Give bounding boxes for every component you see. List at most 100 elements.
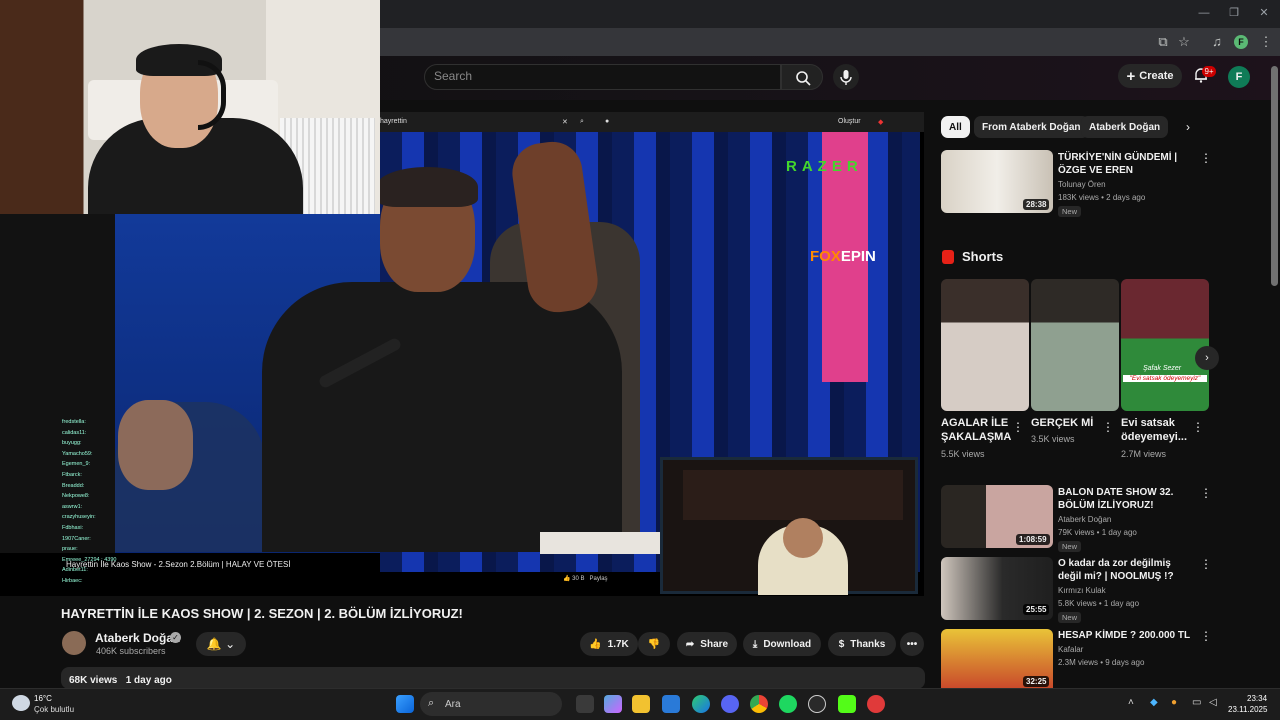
chip-all[interactable]: All	[941, 116, 970, 138]
microsoft-store-icon[interactable]	[662, 695, 680, 713]
discord-icon[interactable]	[721, 695, 739, 713]
short-thumbnail[interactable]	[1031, 279, 1119, 411]
recommendation-channel[interactable]: Ataberk Doğan	[1058, 515, 1111, 524]
recommendation-channel[interactable]: Kırmızı Kulak	[1058, 586, 1106, 595]
weather-description[interactable]: Çok bulutlu	[34, 705, 74, 714]
channel-avatar[interactable]	[62, 631, 86, 655]
dislike-button[interactable]: 👎	[638, 632, 670, 656]
more-vert-icon[interactable]: ⋮	[1200, 486, 1212, 500]
new-badge: New	[1058, 541, 1082, 552]
verified-icon: ✓	[170, 632, 181, 643]
chrome-icon[interactable]	[750, 695, 768, 713]
microphone-tray-icon[interactable]: ●	[1171, 697, 1177, 708]
chevron-up-icon[interactable]: ˄	[1128, 697, 1134, 708]
thumbs-up-icon: 👍	[589, 638, 602, 650]
more-actions-button[interactable]: •••	[900, 632, 924, 656]
edge-icon[interactable]	[692, 695, 710, 713]
channel-name[interactable]: Ataberk Doğan	[95, 631, 180, 645]
recommendation-title[interactable]: TÜRKİYE'NİN GÜNDEMİ | ÖZGE VE EREN	[1058, 151, 1194, 177]
chat-message: Breaddd:	[62, 482, 85, 489]
account-avatar[interactable]: F	[1228, 66, 1250, 88]
video-duration: 25:55	[1023, 604, 1050, 615]
share-button[interactable]: ➦ Share	[677, 632, 737, 656]
shorts-next-button[interactable]: ›	[1195, 346, 1219, 370]
recommendation-title[interactable]: HESAP KİMDE ? 200.000 TL	[1058, 629, 1194, 642]
chrome-menu-icon[interactable]: ⋮	[1258, 34, 1274, 50]
mic-icon	[840, 70, 852, 85]
short-title[interactable]: AGALAR İLE ŞAKALAŞMA	[941, 416, 1013, 444]
foxepin-logo: FOXEPIN	[810, 248, 876, 265]
inner-video-actions: 👍 30 B Paylaş	[563, 575, 608, 582]
recommendation-channel[interactable]: Kafalar	[1058, 645, 1083, 654]
notification-count-badge: 9+	[1202, 66, 1216, 77]
chips-next-button[interactable]: ›	[1186, 120, 1190, 134]
task-view-icon[interactable]	[576, 695, 594, 713]
video-inner-browser-bar: hayrettin ✕ ⌕ ● Oluştur ◆	[380, 112, 924, 132]
download-icon: ⤓	[752, 638, 758, 650]
short-title[interactable]: Evi satsak ödeyemeyi...	[1121, 416, 1193, 444]
inner-like-count: 30 B	[572, 576, 585, 582]
close-icon[interactable]: ✕	[1257, 6, 1271, 20]
kick-icon[interactable]	[838, 695, 856, 713]
clock-time[interactable]: 23:34	[1247, 694, 1267, 703]
chip-from-channel[interactable]: From Ataberk Doğan	[974, 116, 1089, 138]
media-controls-icon[interactable]: ♫	[1209, 34, 1225, 50]
inner-share-label: Paylaş	[589, 576, 608, 582]
recommendation-title[interactable]: O kadar da zor değilmiş değil mi? | NOOL…	[1058, 557, 1194, 583]
recommendation-channel[interactable]: Tolunay Ören	[1058, 180, 1106, 189]
chat-message: fredstella:	[62, 419, 86, 425]
search-button[interactable]	[781, 64, 823, 90]
video-performer-hair	[376, 167, 478, 207]
subscription-bell-button[interactable]: 🔔 ⌄	[196, 632, 246, 656]
short-thumbnail[interactable]	[941, 279, 1029, 411]
more-vert-icon[interactable]: ⋮	[1200, 151, 1212, 165]
description-box[interactable]	[61, 667, 925, 689]
steam-icon[interactable]	[808, 695, 826, 713]
voice-search-button[interactable]	[833, 64, 859, 90]
video-performer-body	[262, 282, 622, 552]
more-vert-icon[interactable]: ⋮	[1192, 420, 1204, 434]
bookmark-star-icon[interactable]: ☆	[1176, 34, 1192, 50]
chrome-profile-avatar[interactable]: F	[1234, 35, 1248, 49]
facecam-shelf	[683, 470, 903, 520]
file-explorer-icon[interactable]	[632, 695, 650, 713]
more-vert-icon[interactable]: ⋮	[1012, 420, 1024, 434]
copilot-icon[interactable]	[604, 695, 622, 713]
volume-icon[interactable]: ◁	[1209, 697, 1217, 708]
foxepin-rest: EPIN	[840, 248, 876, 265]
chevron-down-icon: ⌄	[225, 637, 236, 651]
weather-temperature[interactable]: 16°C	[34, 694, 52, 703]
recommendation-meta: 183K views • 2 days ago	[1058, 193, 1146, 202]
inner-video-caption: Hayrettin İle Kaos Show - 2.Sezon 2.Bölü…	[66, 560, 291, 569]
create-button[interactable]: + Create	[1118, 64, 1182, 88]
upload-age: 1 day ago	[125, 675, 172, 686]
short-title[interactable]: GERÇEK Mİ	[1031, 416, 1103, 430]
more-vert-icon[interactable]: ⋮	[1200, 629, 1212, 643]
thanks-button[interactable]: $ Thanks	[828, 632, 896, 656]
network-icon[interactable]: ▭	[1192, 697, 1201, 708]
search-icon: ⌕	[428, 697, 435, 709]
maximize-icon[interactable]: ❐	[1227, 6, 1241, 20]
search-input[interactable]	[424, 64, 781, 90]
download-button[interactable]: ⤓ Download	[743, 632, 821, 656]
description-meta: 68K views 1 day ago	[69, 675, 172, 686]
taskbar-search-box[interactable]	[420, 692, 562, 716]
more-vert-icon[interactable]: ⋮	[1102, 420, 1114, 434]
minimize-icon[interactable]: —	[1197, 6, 1211, 20]
like-button[interactable]: 👍 1.7K	[580, 632, 638, 656]
clock-date[interactable]: 23.11.2025	[1228, 705, 1267, 714]
chevron-right-icon: ›	[1186, 120, 1190, 134]
page-scrollbar[interactable]	[1271, 66, 1278, 286]
short-thumbnail[interactable]: Şafak Sezer "Evi satsak ödeyemeyiz"	[1121, 279, 1209, 411]
spotify-icon[interactable]	[779, 695, 797, 713]
like-count: 1.7K	[607, 638, 629, 650]
tray-app-icon[interactable]: ◆	[1150, 697, 1158, 708]
more-vert-icon[interactable]: ⋮	[1200, 557, 1212, 571]
recommendation-title[interactable]: BALON DATE SHOW 32. BÖLÜM İZLİYORUZ!	[1058, 486, 1194, 512]
inner-search-icon: ⌕	[580, 118, 584, 125]
weather-cloud-icon[interactable]	[12, 695, 30, 711]
windows-start-icon[interactable]	[396, 695, 414, 713]
recording-app-icon[interactable]	[867, 695, 885, 713]
install-app-icon[interactable]: ⧉	[1155, 34, 1171, 50]
chip-channel[interactable]: Ataberk Doğan	[1081, 116, 1169, 138]
